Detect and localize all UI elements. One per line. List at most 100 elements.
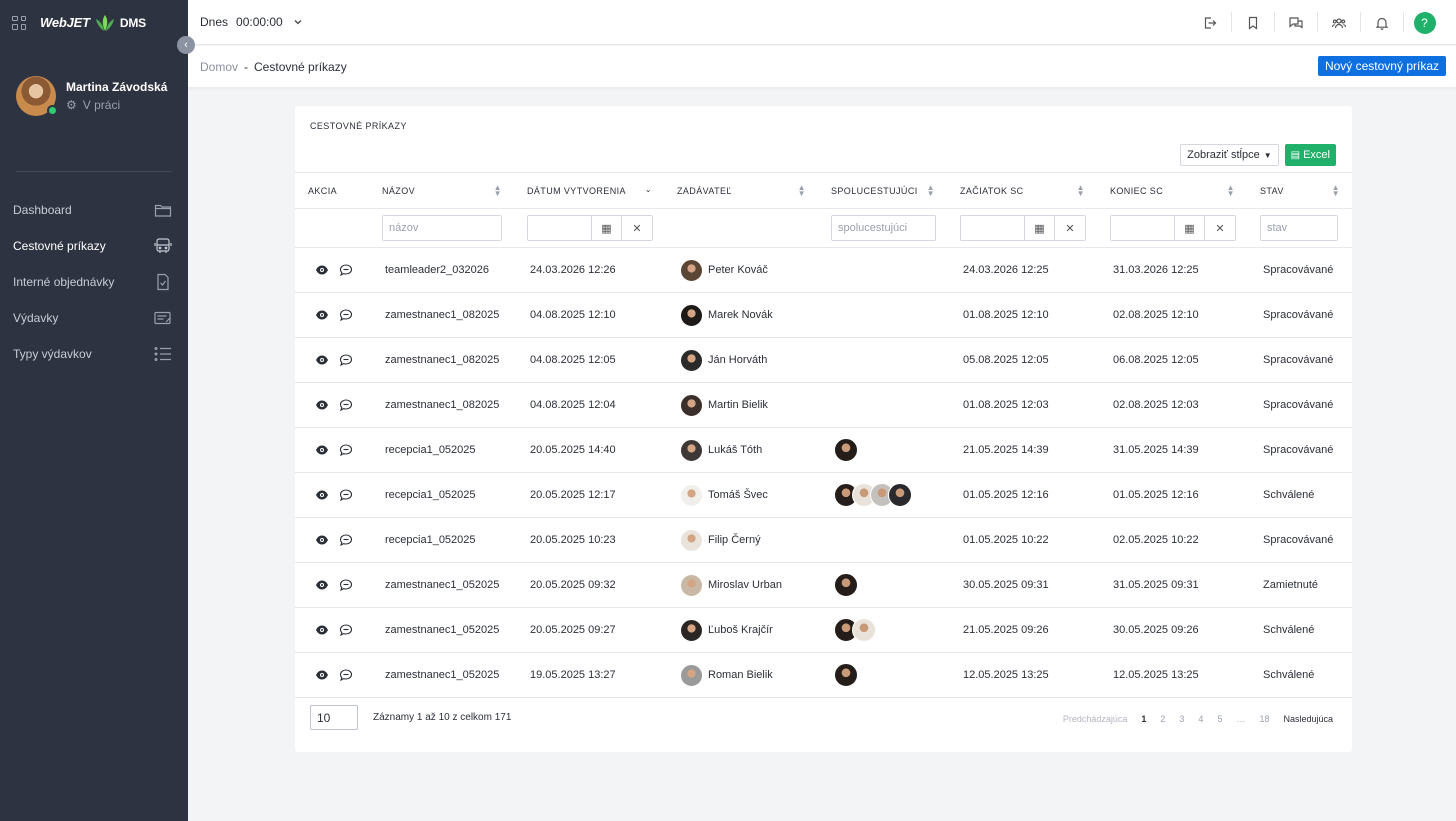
chat-icon[interactable] — [339, 533, 353, 547]
header-label: NÁZOV — [382, 185, 416, 196]
sidebar-item-interne-objednavky[interactable]: Interné objednávky — [0, 264, 188, 300]
pager-page[interactable]: 5 — [1217, 714, 1222, 724]
calendar-button[interactable]: ▦ — [591, 215, 622, 241]
chat-icon[interactable] — [339, 488, 353, 502]
excel-export-button[interactable]: ▤ Excel — [1284, 144, 1336, 166]
chat-icon[interactable] — [339, 623, 353, 637]
table-row: recepcia1_052025 20.05.2025 10:23 Filip … — [295, 517, 1352, 563]
notifications-button[interactable] — [1360, 0, 1403, 45]
companion-avatar[interactable] — [834, 438, 858, 462]
avatar — [680, 663, 703, 687]
table-row: recepcia1_052025 20.05.2025 12:17 Tomáš … — [295, 472, 1352, 518]
chat-icon[interactable] — [339, 308, 353, 322]
user-profile[interactable]: Martina Závodská ⚙ V práci — [0, 45, 188, 127]
users-button[interactable] — [1317, 0, 1360, 45]
clear-date-button[interactable]: ✕ — [1205, 215, 1236, 241]
column-header-stav[interactable]: STAV ▲ ▼ — [1247, 172, 1352, 209]
breadcrumb-home[interactable]: Domov — [200, 60, 238, 74]
sidebar-collapse-button[interactable]: ‹ — [177, 36, 195, 54]
show-columns-button[interactable]: Zobraziť stĺpce ▼ — [1180, 144, 1279, 166]
pager-page[interactable]: 18 — [1259, 714, 1269, 724]
pager-page[interactable]: 1 — [1141, 714, 1146, 724]
logout-button[interactable] — [1188, 0, 1231, 45]
pager-page[interactable]: 3 — [1179, 714, 1184, 724]
column-header-datum[interactable]: DÁTUM VYTVORENIA ⌄ — [514, 172, 664, 209]
eye-icon[interactable] — [315, 533, 329, 547]
today-label: Dnes — [200, 15, 229, 29]
pager-prev[interactable]: Predchádzajúca — [1063, 714, 1128, 724]
cell-stav: Spracovávané — [1263, 354, 1334, 366]
cell-datum: 20.05.2025 14:40 — [530, 444, 616, 456]
avatar — [680, 438, 703, 462]
filter-nazov-input[interactable]: názov — [382, 215, 502, 241]
companion-avatar[interactable] — [834, 663, 858, 687]
eye-icon[interactable] — [315, 488, 329, 502]
column-header-zadavatel[interactable]: ZADÁVATEĽ ▲ ▼ — [664, 172, 818, 209]
page-size-select[interactable]: 10 — [310, 705, 358, 730]
chat-icon[interactable] — [339, 443, 353, 457]
table-row: zamestnanec1_052025 20.05.2025 09:32 Mir… — [295, 562, 1352, 608]
companion-avatar[interactable] — [834, 573, 858, 597]
logout-icon — [1204, 16, 1216, 29]
sidebar-item-dashboard[interactable]: Dashboard — [0, 192, 188, 228]
sidebar-item-vydavky[interactable]: Výdavky — [0, 300, 188, 336]
chat-icon[interactable] — [339, 668, 353, 682]
filter-datum-input[interactable] — [527, 215, 591, 241]
sidebar-item-typy-vydavkov[interactable]: Typy výdavkov — [0, 336, 188, 372]
pager-page[interactable]: 4 — [1198, 714, 1203, 724]
companion-avatar[interactable] — [888, 483, 912, 507]
companion-avatar[interactable] — [852, 618, 876, 642]
help-button[interactable]: ? — [1403, 0, 1446, 45]
new-travel-order-button[interactable]: Nový cestovný príkaz — [1317, 56, 1446, 76]
sidebar-item-cestovne-prikazy[interactable]: Cestovné príkazy — [0, 228, 188, 264]
bookmark-button[interactable] — [1231, 0, 1274, 45]
user-status[interactable]: ⚙ V práci — [66, 98, 167, 112]
eye-icon[interactable] — [315, 263, 329, 277]
chat-icon — [1288, 16, 1303, 29]
date-selector[interactable]: Dnes 00:00:00 — [200, 15, 303, 29]
calendar-button[interactable]: ▦ — [1174, 215, 1205, 241]
sidebar-item-label: Dashboard — [13, 203, 72, 217]
column-header-nazov[interactable]: NÁZOV ▲ ▼ — [369, 172, 514, 209]
cell-koniec: 12.05.2025 13:25 — [1113, 669, 1199, 681]
eye-icon[interactable] — [315, 668, 329, 682]
filter-koniec-input[interactable] — [1110, 215, 1174, 241]
sort-icon: ▲ ▼ — [797, 183, 806, 198]
eye-icon[interactable] — [315, 308, 329, 322]
document-check-icon — [157, 273, 169, 291]
eye-icon[interactable] — [315, 398, 329, 412]
eye-icon[interactable] — [315, 578, 329, 592]
chat-icon[interactable] — [339, 353, 353, 367]
eye-icon[interactable] — [315, 443, 329, 457]
companions-list — [834, 483, 947, 507]
clear-date-button[interactable]: ✕ — [622, 215, 653, 241]
logo[interactable]: WebJET DMS — [40, 13, 146, 33]
cell-koniec: 06.08.2025 12:05 — [1113, 354, 1199, 366]
column-header-koniec[interactable]: KONIEC SC ▲ ▼ — [1097, 172, 1247, 209]
eye-icon[interactable] — [315, 623, 329, 637]
column-header-spolucestujuci[interactable]: SPOLUCESTUJÚCI ▲ ▼ — [818, 172, 947, 209]
column-header-akcia: AKCIA — [295, 172, 369, 209]
sidebar: WebJET DMS Martina Závodská ⚙ V práci Da… — [0, 0, 188, 821]
excel-label: Excel — [1303, 149, 1330, 161]
close-icon: ✕ — [632, 222, 642, 235]
pager-next[interactable]: Nasledujúca — [1283, 714, 1333, 724]
chat-icon[interactable] — [339, 263, 353, 277]
chat-button[interactable] — [1274, 0, 1317, 45]
filter-zaciatok-input[interactable] — [960, 215, 1024, 241]
column-header-zaciatok[interactable]: ZAČIATOK SC ▲ ▼ — [947, 172, 1097, 209]
filter-stav-input[interactable]: stav — [1260, 215, 1338, 241]
table-row: zamestnanec1_052025 20.05.2025 09:27 Ľub… — [295, 607, 1352, 653]
cell-stav: Spracovávané — [1263, 534, 1334, 546]
filter-spolucestujuci-input[interactable]: spolucestujúci — [831, 215, 936, 241]
calendar-button[interactable]: ▦ — [1024, 215, 1055, 241]
pager-page[interactable]: 2 — [1160, 714, 1165, 724]
records-info: Záznamy 1 až 10 z celkom 171 — [373, 712, 512, 723]
chat-icon[interactable] — [339, 398, 353, 412]
eye-icon[interactable] — [315, 353, 329, 367]
apps-grid-icon[interactable] — [12, 15, 26, 30]
chat-icon[interactable] — [339, 578, 353, 592]
cell-nazov: zamestnanec1_052025 — [385, 669, 500, 681]
cell-datum: 04.08.2025 12:04 — [530, 399, 616, 411]
clear-date-button[interactable]: ✕ — [1055, 215, 1086, 241]
